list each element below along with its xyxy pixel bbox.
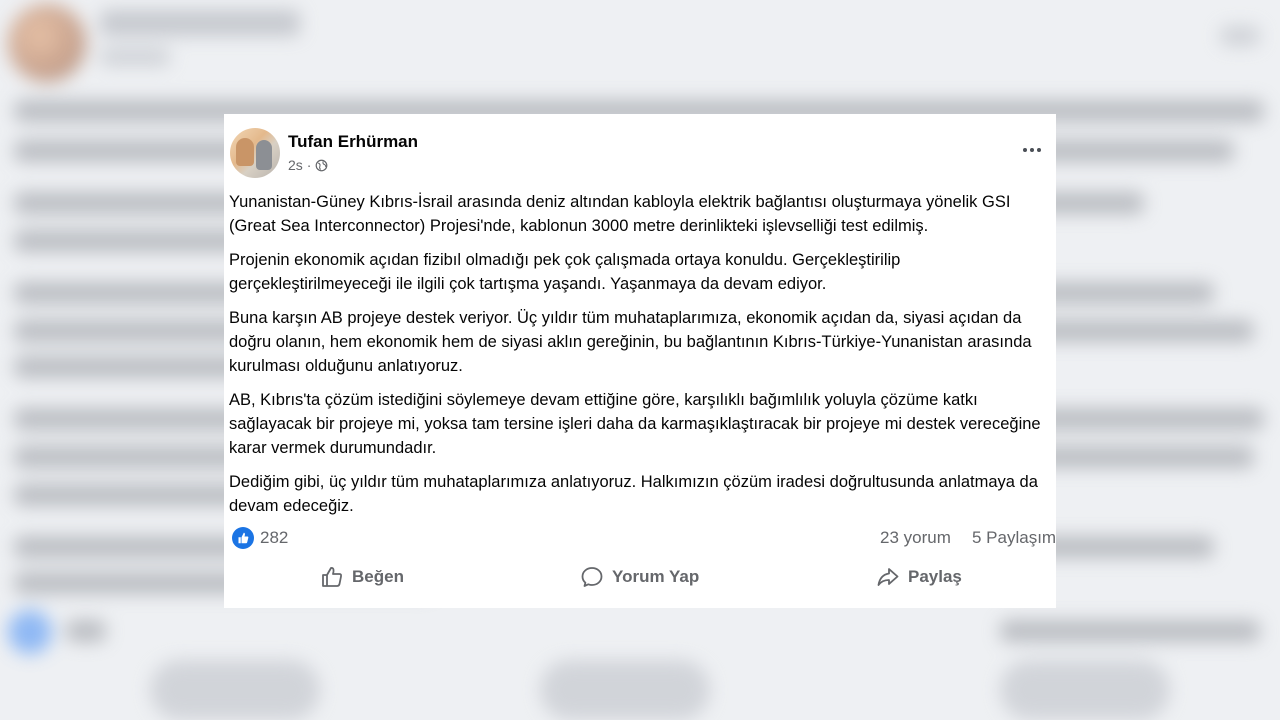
- author-name[interactable]: Tufan Erhürman: [288, 132, 418, 152]
- post-body: Yunanistan-Güney Kıbrıs-İsrail arasında …: [229, 190, 1055, 528]
- share-arrow-icon: [877, 568, 899, 586]
- post-paragraph: AB, Kıbrıs'ta çözüm istediğini söylemeye…: [229, 391, 1041, 457]
- thumbs-up-icon[interactable]: [232, 527, 254, 549]
- share-count[interactable]: 5 Paylaşım: [972, 528, 1056, 548]
- comment-label: Yorum Yap: [612, 567, 700, 586]
- more-dots-icon[interactable]: [1018, 142, 1046, 158]
- post-time[interactable]: 2s: [288, 157, 303, 173]
- comment-bubble-icon: [581, 567, 603, 587]
- comment-button[interactable]: Yorum Yap: [580, 560, 699, 594]
- share-label: Paylaş: [908, 567, 962, 586]
- share-button[interactable]: Paylaş: [876, 560, 962, 594]
- post-paragraph: Dediğim gibi, üç yıldır tüm muhataplarım…: [229, 473, 1038, 515]
- author-avatar[interactable]: [230, 128, 280, 178]
- like-label: Beğen: [352, 567, 404, 586]
- post-paragraph: Yunanistan-Güney Kıbrıs-İsrail arasında …: [229, 193, 1011, 235]
- globe-icon[interactable]: [315, 159, 328, 172]
- thumbs-up-outline-icon: [322, 567, 342, 587]
- reaction-count[interactable]: 282: [260, 528, 288, 548]
- post-paragraph: Buna karşın AB projeye destek veriyor. Ü…: [229, 309, 1032, 375]
- post-paragraph: Projenin ekonomik açıdan fizibıl olmadığ…: [229, 251, 901, 293]
- like-button[interactable]: Beğen: [320, 560, 404, 594]
- comment-count[interactable]: 23 yorum: [880, 528, 951, 548]
- post-card: Tufan Erhürman 2s · Yunanistan-Güney Kıb…: [224, 114, 1056, 608]
- action-bar: Beğen Yorum Yap Paylaş: [224, 560, 1056, 596]
- post-meta: 2s ·: [288, 157, 328, 173]
- post-stats: 282 23 yorum 5 Paylaşım: [232, 526, 1056, 550]
- meta-separator: ·: [306, 157, 312, 173]
